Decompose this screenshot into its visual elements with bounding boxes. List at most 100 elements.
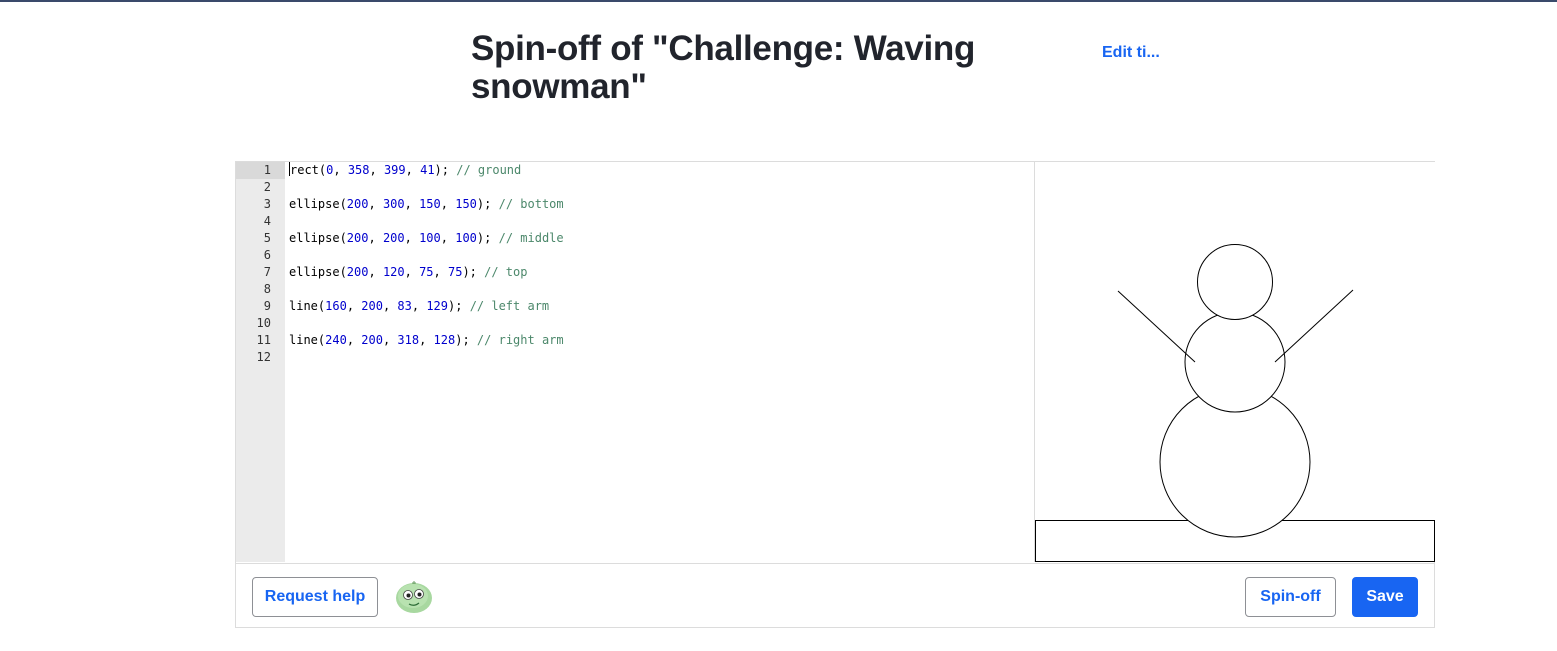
code-line[interactable]: line(240, 200, 318, 128); // right arm xyxy=(289,332,564,349)
code-token: , xyxy=(411,299,427,313)
code-number: 240 xyxy=(325,333,347,347)
code-token: ellipse( xyxy=(289,231,347,245)
editor-footer: Request help Spin-off Save xyxy=(236,563,1434,628)
output-canvas xyxy=(1034,162,1435,562)
code-number: 75 xyxy=(447,265,463,279)
code-line[interactable]: ellipse(200, 200, 100, 100); // middle xyxy=(289,230,564,247)
code-number: 200 xyxy=(361,333,383,347)
code-number: 100 xyxy=(455,231,477,245)
code-area[interactable]: rect(0, 358, 399, 41); // ground ellipse(… xyxy=(289,162,564,366)
avatar-icon[interactable] xyxy=(394,578,434,614)
edit-title-link[interactable]: Edit ti... xyxy=(1102,44,1160,62)
code-number: 75 xyxy=(419,265,434,279)
line-number: 8 xyxy=(263,282,271,296)
line-number: 9 xyxy=(263,299,271,313)
code-token: , xyxy=(346,333,362,347)
code-token: ); xyxy=(448,299,470,313)
code-line[interactable] xyxy=(289,213,564,230)
code-line[interactable] xyxy=(289,281,564,298)
code-comment: // ground xyxy=(456,163,522,177)
code-line[interactable]: ellipse(200, 120, 75, 75); // top xyxy=(289,264,564,281)
top-border xyxy=(0,0,1557,2)
code-token: ); xyxy=(455,333,477,347)
line-number: 12 xyxy=(256,350,271,364)
code-line[interactable] xyxy=(289,315,564,332)
code-token: , xyxy=(404,265,420,279)
code-number: 399 xyxy=(383,163,406,177)
code-token: , xyxy=(369,163,384,177)
code-number: 200 xyxy=(346,265,369,279)
code-line[interactable]: line(160, 200, 83, 129); // left arm xyxy=(289,298,564,315)
code-line[interactable] xyxy=(289,247,564,264)
code-token: , xyxy=(382,299,398,313)
code-number: 300 xyxy=(382,197,405,211)
line-number: 7 xyxy=(263,265,271,279)
top-ellipse xyxy=(1197,244,1273,320)
code-token: , xyxy=(440,197,456,211)
request-help-button[interactable]: Request help xyxy=(252,577,378,617)
code-line[interactable]: ellipse(200, 300, 150, 150); // bottom xyxy=(289,196,564,213)
code-number: 41 xyxy=(420,163,435,177)
spin-off-button[interactable]: Spin-off xyxy=(1245,577,1336,617)
line-number: 4 xyxy=(263,214,271,228)
code-number: 318 xyxy=(397,333,420,347)
code-token: , xyxy=(333,163,348,177)
code-token: , xyxy=(368,265,383,279)
code-token: line( xyxy=(289,299,326,313)
code-comment: // bottom xyxy=(498,197,564,211)
code-token: ellipse( xyxy=(289,197,347,211)
line-number: 10 xyxy=(256,316,271,330)
code-number: 150 xyxy=(419,197,441,211)
code-token: ); xyxy=(462,265,485,279)
left-arm-line xyxy=(1117,290,1196,363)
code-token: ); xyxy=(476,197,499,211)
line-number: 6 xyxy=(263,248,271,262)
save-button[interactable]: Save xyxy=(1352,577,1418,617)
line-number: 2 xyxy=(263,180,271,194)
code-token: rect( xyxy=(290,163,327,177)
editor-panel: 1 2 3 4 5 6 7 8 9 10 11 12 rect(0, 358, 399, 41); /… xyxy=(235,161,1435,628)
code-token: , xyxy=(382,333,398,347)
code-number: 100 xyxy=(419,231,441,245)
code-token: ); xyxy=(476,231,499,245)
code-token: , xyxy=(405,163,421,177)
middle-ellipse xyxy=(1184,311,1286,413)
code-token: , xyxy=(404,197,420,211)
right-arm-line xyxy=(1274,289,1354,363)
line-number: 1 xyxy=(236,162,285,179)
code-token: , xyxy=(433,265,448,279)
code-number: 200 xyxy=(346,197,369,211)
code-number: 129 xyxy=(426,299,448,313)
code-line[interactable]: rect(0, 358, 399, 41); // ground xyxy=(289,162,564,179)
code-number: 358 xyxy=(347,163,370,177)
snowman-drawing xyxy=(1035,244,1435,562)
code-token: ellipse( xyxy=(289,265,347,279)
page-title: Spin-off of "Challenge: Waving snowman" xyxy=(471,29,976,106)
code-token: , xyxy=(368,231,383,245)
code-line[interactable] xyxy=(289,349,564,366)
line-number-gutter: 1 2 3 4 5 6 7 8 9 10 11 12 xyxy=(236,162,285,562)
code-comment: // right arm xyxy=(476,333,564,347)
code-token: , xyxy=(440,231,456,245)
code-token: , xyxy=(346,299,362,313)
code-comment: // middle xyxy=(498,231,564,245)
line-number: 3 xyxy=(263,197,271,211)
code-number: 160 xyxy=(325,299,347,313)
code-number: 83 xyxy=(397,299,412,313)
code-token: ); xyxy=(434,163,457,177)
code-editor[interactable]: 1 2 3 4 5 6 7 8 9 10 11 12 rect(0, 358, 399, 41); /… xyxy=(236,162,1034,562)
line-number: 5 xyxy=(263,231,271,245)
line-number: 11 xyxy=(256,333,271,347)
code-token: , xyxy=(404,231,420,245)
code-token: , xyxy=(419,333,434,347)
code-number: 120 xyxy=(382,265,405,279)
code-comment: // top xyxy=(484,265,528,279)
code-comment: // left arm xyxy=(469,299,550,313)
code-token: line( xyxy=(289,333,326,347)
code-number: 200 xyxy=(382,231,405,245)
code-number: 128 xyxy=(433,333,456,347)
code-token: , xyxy=(368,197,383,211)
code-number: 200 xyxy=(346,231,369,245)
code-number: 200 xyxy=(361,299,383,313)
code-line[interactable] xyxy=(289,179,564,196)
